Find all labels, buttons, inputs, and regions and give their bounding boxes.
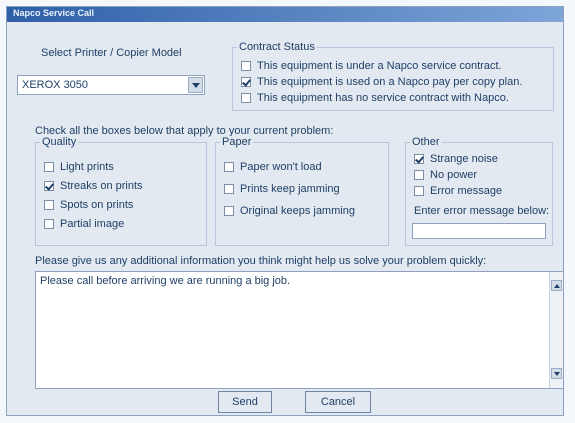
checkbox-label: No power: [430, 169, 478, 181]
paper-option-original-jamming[interactable]: Original keeps jamming: [224, 205, 355, 217]
send-button[interactable]: Send: [218, 391, 272, 413]
cancel-button[interactable]: Cancel: [305, 391, 371, 413]
scroll-down-arrow-icon: [554, 372, 560, 376]
model-label: Select Printer / Copier Model: [41, 47, 182, 59]
paper-group: Paper Paper won't load Prints keep jammi…: [215, 136, 389, 246]
additional-info-label: Please give us any additional informatio…: [35, 255, 487, 267]
checkbox[interactable]: [224, 206, 234, 216]
other-option-no-power[interactable]: No power: [414, 169, 477, 181]
checkbox[interactable]: [224, 184, 234, 194]
title-bar: Napco Service Call: [7, 7, 563, 22]
scroll-down-button[interactable]: [551, 368, 562, 379]
window-title: Napco Service Call: [13, 8, 95, 18]
additional-info-textarea[interactable]: Please call before arriving we are runni…: [35, 271, 564, 389]
checkbox-label: Partial image: [60, 218, 125, 230]
checkbox-label: This equipment is used on a Napco pay pe…: [257, 76, 523, 88]
paper-option-wont-load[interactable]: Paper won't load: [224, 161, 322, 173]
checkbox[interactable]: [414, 186, 424, 196]
contract-option-under-contract[interactable]: This equipment is under a Napco service …: [241, 60, 502, 72]
error-message-input[interactable]: [412, 223, 546, 239]
quality-option-streaks[interactable]: Streaks on prints: [44, 180, 143, 192]
quality-group: Quality Light prints Streaks on prints S…: [35, 136, 207, 246]
checkbox-label: Streaks on prints: [60, 180, 143, 192]
scroll-up-arrow-icon: [554, 284, 560, 288]
checkbox-label: Error message: [430, 185, 503, 197]
contract-status-title: Contract Status: [237, 41, 317, 53]
model-select[interactable]: XEROX 3050: [17, 75, 205, 95]
checkbox[interactable]: [224, 162, 234, 172]
other-option-error-message[interactable]: Error message: [414, 185, 502, 197]
checkbox-label: This equipment is under a Napco service …: [257, 60, 502, 72]
service-call-window: Napco Service Call Select Printer / Copi…: [6, 6, 564, 416]
other-option-strange-noise[interactable]: Strange noise: [414, 153, 498, 165]
other-group: Other Strange noise No power Error messa…: [405, 136, 553, 246]
error-message-label: Enter error message below:: [414, 205, 550, 217]
checkbox[interactable]: [44, 181, 54, 191]
checkbox-label: Prints keep jamming: [240, 183, 340, 195]
checkbox-label: This equipment has no service contract w…: [257, 92, 509, 104]
checkbox-label: Light prints: [60, 161, 114, 173]
model-select-button[interactable]: [188, 77, 203, 93]
vertical-scrollbar[interactable]: [549, 272, 563, 388]
chevron-down-icon: [192, 83, 200, 88]
checkbox-label: Paper won't load: [240, 161, 322, 173]
checkbox[interactable]: [414, 170, 424, 180]
checkbox-label: Spots on prints: [60, 199, 134, 211]
checkbox[interactable]: [44, 219, 54, 229]
scroll-up-button[interactable]: [551, 280, 562, 291]
checkbox[interactable]: [241, 77, 251, 87]
problem-instructions: Check all the boxes below that apply to …: [35, 125, 334, 137]
additional-info-text: Please call before arriving we are runni…: [40, 275, 291, 287]
quality-option-partial-image[interactable]: Partial image: [44, 218, 124, 230]
checkbox[interactable]: [241, 61, 251, 71]
checkbox-label: Original keeps jamming: [240, 205, 355, 217]
paper-title: Paper: [220, 136, 254, 148]
checkbox[interactable]: [414, 154, 424, 164]
contract-option-pay-per-copy[interactable]: This equipment is used on a Napco pay pe…: [241, 76, 522, 88]
paper-option-prints-jamming[interactable]: Prints keep jamming: [224, 183, 340, 195]
model-select-value: XEROX 3050: [22, 79, 89, 91]
quality-option-light-prints[interactable]: Light prints: [44, 161, 114, 173]
checkbox[interactable]: [241, 93, 251, 103]
contract-option-no-contract[interactable]: This equipment has no service contract w…: [241, 92, 509, 104]
checkbox[interactable]: [44, 200, 54, 210]
other-title: Other: [410, 136, 442, 148]
quality-option-spots[interactable]: Spots on prints: [44, 199, 133, 211]
checkbox[interactable]: [44, 162, 54, 172]
contract-status-group: Contract Status This equipment is under …: [232, 41, 554, 111]
quality-title: Quality: [40, 136, 79, 148]
checkbox-label: Strange noise: [430, 153, 498, 165]
